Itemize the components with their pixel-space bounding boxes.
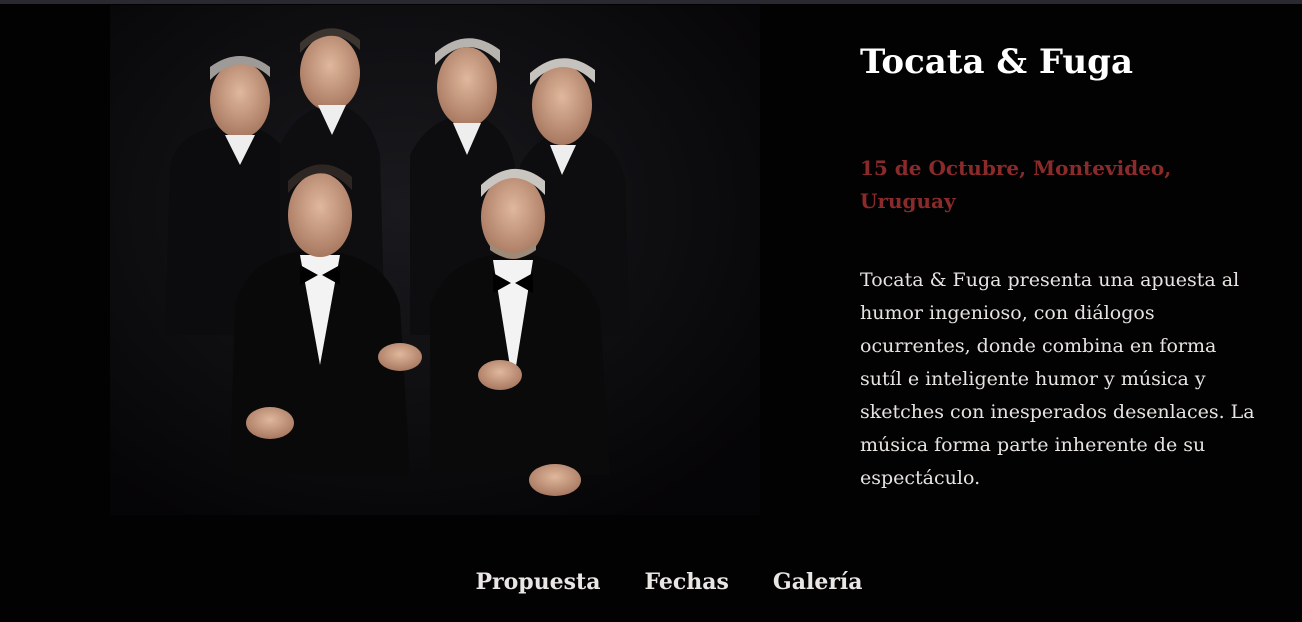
group-photo (110, 5, 760, 515)
page: Tocata & Fuga 15 de Octubre, Montevideo,… (0, 0, 1302, 622)
nav-propuesta[interactable]: Propuesta (475, 562, 600, 602)
top-border (0, 0, 1302, 4)
show-description: Tocata & Fuga presenta una apuesta al hu… (860, 269, 1255, 489)
show-date: 15 de Octubre, Montevideo, Uruguay (860, 156, 1172, 213)
nav-fechas[interactable]: Fechas (644, 562, 728, 602)
bottom-nav: Propuesta Fechas Galería (0, 562, 1302, 602)
show-info: Tocata & Fuga 15 de Octubre, Montevideo,… (860, 38, 1260, 495)
show-title: Tocata & Fuga (860, 42, 1133, 82)
nav-galeria[interactable]: Galería (773, 562, 863, 602)
